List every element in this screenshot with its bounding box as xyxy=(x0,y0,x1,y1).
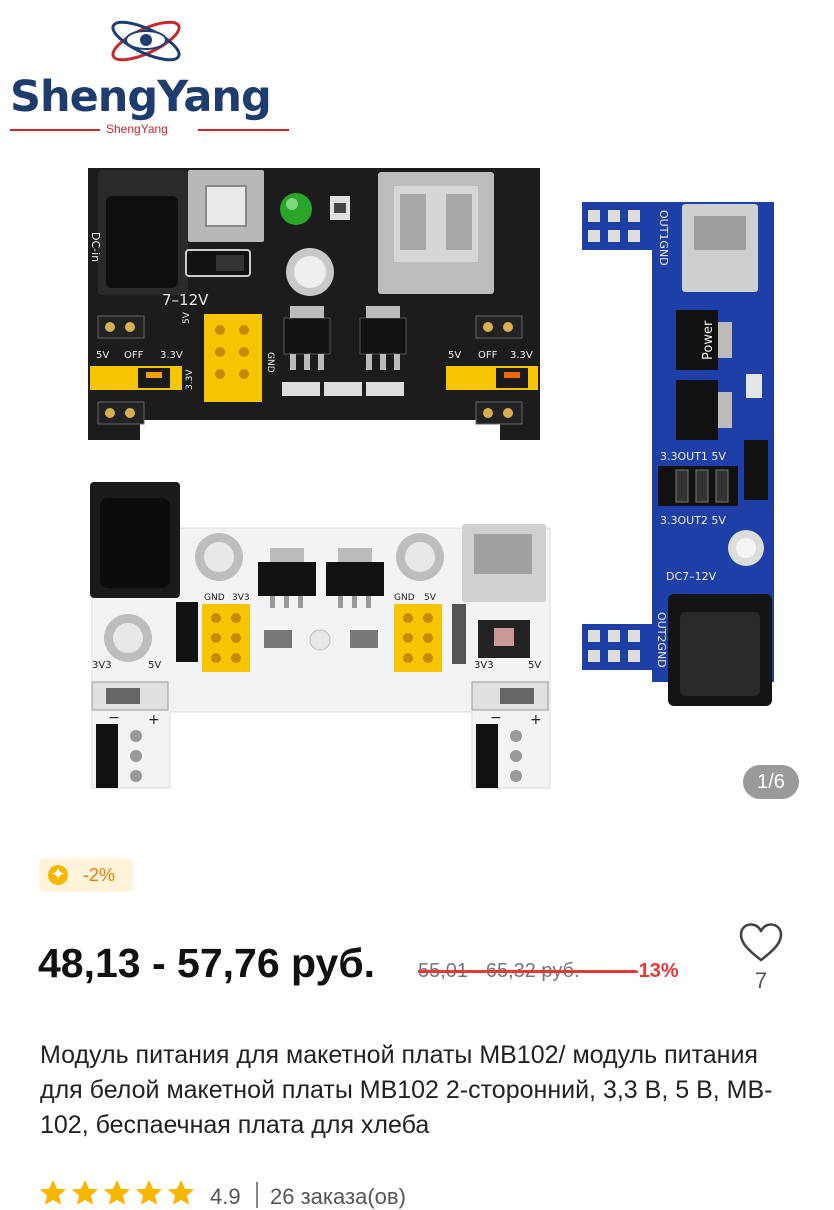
svg-text:OFF: OFF xyxy=(124,350,144,361)
svg-text:OUT2GND: OUT2GND xyxy=(655,612,668,668)
product-image-gallery[interactable]: DC-in 7–12V 5V OFF 3.3V 5V GND 3.3V 5V O… xyxy=(0,0,834,830)
star-icon xyxy=(40,1180,66,1205)
svg-text:3.3OUT2 5V: 3.3OUT2 5V xyxy=(660,514,726,527)
orders-count: 26 заказа(ов) xyxy=(270,1184,406,1209)
svg-text:OUT1GND: OUT1GND xyxy=(657,210,670,266)
svg-text:5V: 5V xyxy=(424,593,437,603)
strikethrough-line xyxy=(418,970,636,973)
svg-text:3.3V: 3.3V xyxy=(160,350,183,361)
star-icon xyxy=(136,1180,162,1205)
rating-row[interactable]: 4.9 26 заказа(ов) xyxy=(38,1178,638,1209)
brand-name: ShengYang xyxy=(10,72,272,122)
blue-power-board: OUT1GND Power 3.3OUT1 5V 3.3OUT2 5V DC7–… xyxy=(582,202,774,706)
black-power-board: DC-in 7–12V 5V OFF 3.3V 5V GND 3.3V 5V O… xyxy=(88,168,540,440)
price-row: 48,13 - 57,76 руб. 55,01 - 65,32 руб. -1… xyxy=(38,940,738,990)
svg-text:5V: 5V xyxy=(182,311,192,324)
heart-icon xyxy=(739,923,783,962)
coin-discount-label: -2% xyxy=(83,865,116,885)
current-price: 48,13 - 57,76 руб. xyxy=(38,940,376,986)
svg-text:+: + xyxy=(148,712,160,728)
svg-text:DC-in: DC-in xyxy=(89,232,102,262)
svg-text:5V: 5V xyxy=(528,660,541,671)
svg-text:−: − xyxy=(490,710,502,726)
svg-text:GND: GND xyxy=(204,593,225,603)
star-icon xyxy=(168,1180,194,1205)
divider xyxy=(198,129,289,131)
white-power-board: GND 3V3 GND 5V 3V3 5V 3V3 5V − + − + xyxy=(90,482,551,789)
coin-icon: ✦ xyxy=(48,865,68,885)
product-title: Модуль питания для макетной платы MB102/… xyxy=(40,1041,773,1139)
svg-text:7–12V: 7–12V xyxy=(162,291,209,309)
divider xyxy=(10,129,100,131)
svg-text:5V: 5V xyxy=(448,350,461,361)
svg-text:3.3V: 3.3V xyxy=(510,350,533,361)
divider xyxy=(256,1182,258,1208)
svg-text:DC7–12V: DC7–12V xyxy=(666,570,717,583)
svg-text:OFF: OFF xyxy=(478,350,498,361)
wishlist-button[interactable]: 7 xyxy=(736,922,786,1002)
brand-logo: ShengYang ShengYang xyxy=(8,12,293,137)
svg-text:3.3OUT1 5V: 3.3OUT1 5V xyxy=(660,450,726,463)
brand-subline: ShengYang xyxy=(8,122,291,136)
coin-discount-badge[interactable]: ✦ -2% xyxy=(39,858,133,892)
svg-text:−: − xyxy=(108,710,120,726)
svg-text:GND: GND xyxy=(394,593,415,603)
star-icon xyxy=(104,1180,130,1205)
star-icon xyxy=(72,1180,98,1205)
svg-text:Power: Power xyxy=(701,320,716,360)
svg-text:+: + xyxy=(530,712,542,728)
rating-value: 4.9 xyxy=(210,1184,241,1209)
svg-text:3V3: 3V3 xyxy=(232,593,250,603)
svg-text:3V3: 3V3 xyxy=(92,660,112,671)
svg-text:3V3: 3V3 xyxy=(474,660,494,671)
wishlist-count: 7 xyxy=(754,968,768,993)
svg-text:3.3V: 3.3V xyxy=(185,369,195,390)
brand-sub-text: ShengYang xyxy=(106,122,168,136)
discount-percent: -13% xyxy=(632,960,679,982)
svg-text:GND: GND xyxy=(265,352,275,373)
svg-text:5V: 5V xyxy=(148,660,161,671)
image-counter-badge: 1/6 xyxy=(743,765,799,799)
eye-logo-icon xyxy=(111,20,181,62)
svg-text:5V: 5V xyxy=(96,350,109,361)
